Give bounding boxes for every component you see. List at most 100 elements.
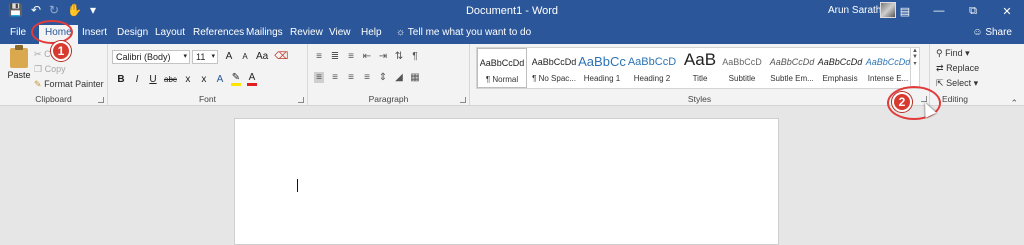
close-icon[interactable]: ✕ [990, 0, 1024, 22]
shading-icon[interactable]: ◢ [394, 72, 404, 83]
copy-button[interactable]: ❐ Copy [34, 64, 66, 75]
align-right-icon[interactable]: ≡ [346, 72, 356, 83]
style-name: ¶ No Spac... [532, 74, 576, 83]
copy-icon: ❐ [34, 64, 43, 74]
select-label: Select [946, 78, 972, 88]
select-button[interactable]: ⇱ Select ▾ [936, 78, 978, 89]
numbering-icon[interactable]: ≣ [330, 51, 340, 62]
clipboard-icon [10, 45, 28, 68]
tab-design[interactable]: Design [117, 27, 148, 38]
decrease-indent-icon[interactable]: ⇤ [362, 51, 372, 62]
tab-references[interactable]: References [193, 27, 244, 38]
replace-label: Replace [946, 63, 980, 73]
clipboard-launcher-icon[interactable] [98, 97, 104, 103]
paragraph-row-1: ≡ ≣ ≡ ⇤ ⇥ ⇅ ¶ [314, 51, 420, 62]
subscript-icon[interactable]: x [183, 74, 193, 85]
font-size-value: 11 [196, 52, 206, 62]
increase-indent-icon[interactable]: ⇥ [378, 51, 388, 62]
style-name: Emphasis [822, 74, 858, 83]
search-icon: ⚲ [936, 48, 943, 58]
style-heading-2[interactable]: AaBbCcD Heading 2 [627, 48, 677, 88]
share-button[interactable]: ☺ Share [972, 27, 1012, 38]
highlight-icon[interactable]: ✎ [230, 72, 241, 86]
chevron-down-icon: ▾ [183, 53, 187, 60]
change-case-icon[interactable]: Aa [256, 51, 268, 62]
style-name: Subtle Em... [770, 74, 814, 83]
justify-icon[interactable]: ≡ [362, 72, 372, 83]
tab-review[interactable]: Review [290, 27, 323, 38]
style-sample: AaBbCc [578, 54, 626, 69]
text-effects-icon[interactable]: A [215, 74, 225, 85]
align-left-icon[interactable]: ≡ [314, 72, 324, 83]
tab-mailings[interactable]: Mailings [246, 27, 283, 38]
style-heading-1[interactable]: AaBbCc Heading 1 [577, 48, 627, 88]
font-group: Calibri (Body) ▾ 11 ▾ A A Aa ⌫ B I U abc x… [108, 44, 308, 106]
chevron-down-icon: ▾ [211, 53, 215, 60]
style-normal[interactable]: AaBbCcDd ¶ Normal [477, 48, 527, 88]
superscript-icon[interactable]: x [199, 74, 209, 85]
callout-badge-2: 2 [892, 92, 912, 112]
style-sample: AaBbCcDd [479, 58, 525, 68]
style-subtitle[interactable]: AaBbCcD Subtitle [717, 48, 767, 88]
tab-insert[interactable]: Insert [82, 27, 107, 38]
tell-me-search[interactable]: ☼ Tell me what you want to do [396, 27, 531, 38]
tab-file[interactable]: File [10, 27, 26, 38]
paste-button[interactable]: Paste [6, 45, 32, 80]
styles-gallery-scroll[interactable]: ▲ ▼ ▾ [910, 48, 919, 88]
strikethrough-icon[interactable]: abc [164, 75, 177, 84]
style-sample: AaBbCcDd [817, 57, 863, 67]
bold-icon[interactable]: B [116, 74, 126, 85]
document-page[interactable] [234, 118, 779, 245]
restore-icon[interactable]: ⧉ [956, 0, 990, 22]
find-button[interactable]: ⚲ Find ▾ [936, 48, 970, 59]
align-center-icon[interactable]: ≡ [330, 72, 340, 83]
style-name: Heading 1 [583, 74, 621, 83]
style-name: Subtitle [728, 74, 756, 83]
multilevel-list-icon[interactable]: ≡ [346, 51, 356, 62]
replace-button[interactable]: ⇄ Replace [936, 63, 979, 74]
style-name: Intense E... [867, 74, 909, 83]
paste-label: Paste [7, 70, 31, 80]
style-subtle-emphasis[interactable]: AaBbCcDd Subtle Em... [767, 48, 817, 88]
clear-formatting-icon[interactable]: ⌫ [274, 51, 288, 62]
minimize-icon[interactable]: — [922, 0, 956, 22]
window-controls: ▤ — ⧉ ✕ [888, 0, 1024, 22]
ribbon-display-icon[interactable]: ▤ [888, 0, 922, 22]
style-no-spacing[interactable]: AaBbCcDd ¶ No Spac... [529, 48, 579, 88]
paragraph-group: ≡ ≣ ≡ ⇤ ⇥ ⇅ ¶ ≡ ≡ ≡ ≡ ⇕ ◢ ▦ Paragraph [308, 44, 470, 106]
underline-icon[interactable]: U [148, 74, 158, 85]
styles-label: Styles [687, 94, 712, 104]
title-bar: 💾 ↶ ↻ ✋ ▾ Document1 - Word Arun Sarathy … [0, 0, 1024, 22]
style-sample: AaBbCcDd [531, 57, 577, 67]
tab-help[interactable]: Help [361, 27, 382, 38]
style-intense-emphasis[interactable]: AaBbCcDd Intense E... [863, 48, 913, 88]
tab-layout[interactable]: Layout [155, 27, 185, 38]
more-styles-icon[interactable]: ▾ [911, 60, 919, 67]
font-size-select[interactable]: 11 ▾ [192, 50, 218, 64]
shrink-font-icon[interactable]: A [240, 52, 250, 61]
paintbrush-icon: ✎ [34, 79, 42, 89]
grow-font-icon[interactable]: A [224, 51, 234, 62]
show-marks-icon[interactable]: ¶ [410, 51, 420, 62]
document-area [0, 106, 1024, 245]
borders-icon[interactable]: ▦ [410, 72, 420, 83]
user-name[interactable]: Arun Sarathy [828, 5, 886, 16]
format-painter-label: Format Painter [44, 79, 104, 89]
font-launcher-icon[interactable] [298, 97, 304, 103]
format-painter-button[interactable]: ✎ Format Painter [34, 79, 104, 90]
tab-view[interactable]: View [329, 27, 351, 38]
italic-icon[interactable]: I [132, 74, 142, 85]
paragraph-launcher-icon[interactable] [460, 97, 466, 103]
line-spacing-icon[interactable]: ⇕ [378, 72, 388, 83]
tell-me-label: Tell me what you want to do [407, 27, 532, 38]
styles-gallery: AaBbCcDd ¶ Normal AaBbCcDd ¶ No Spac... … [476, 47, 920, 89]
bullets-icon[interactable]: ≡ [314, 51, 324, 62]
font-label: Font [198, 94, 216, 104]
style-emphasis[interactable]: AaBbCcDd Emphasis [815, 48, 865, 88]
font-color-icon[interactable]: A [246, 72, 257, 86]
style-name: ¶ Normal [485, 75, 519, 84]
font-family-select[interactable]: Calibri (Body) ▾ [112, 50, 190, 64]
find-label: Find [945, 48, 963, 58]
style-sample: AaBbCcD [722, 57, 762, 67]
sort-icon[interactable]: ⇅ [394, 51, 404, 62]
